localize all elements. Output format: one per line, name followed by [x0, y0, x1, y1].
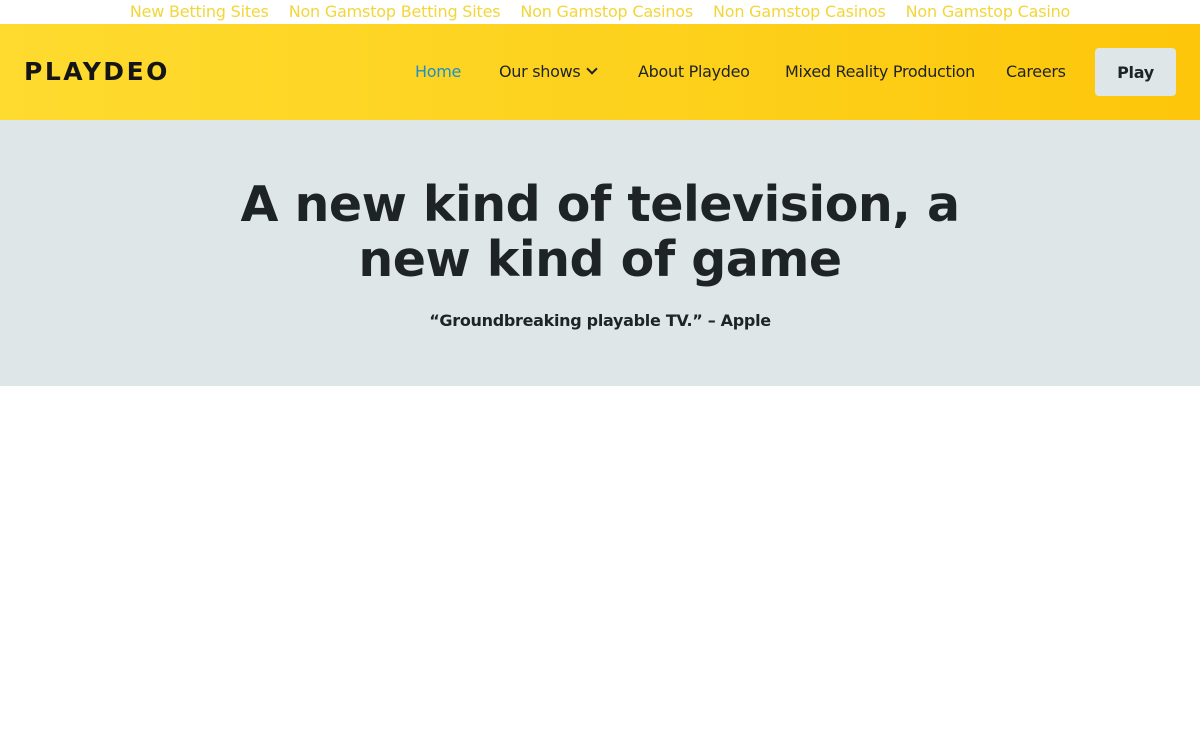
play-button[interactable]: Play — [1095, 48, 1176, 96]
chevron-down-icon — [586, 63, 599, 75]
hero-title: A new kind of television, a new kind of … — [240, 176, 960, 288]
top-link-non-gamstop-casinos-2[interactable]: Non Gamstop Casinos — [713, 0, 886, 24]
hero-section: A new kind of television, a new kind of … — [0, 120, 1200, 386]
nav-home[interactable]: Home — [415, 62, 461, 82]
top-link-non-gamstop-casinos[interactable]: Non Gamstop Casinos — [520, 0, 693, 24]
top-link-new-betting-sites[interactable]: New Betting Sites — [130, 0, 269, 24]
top-link-non-gamstop-betting-sites[interactable]: Non Gamstop Betting Sites — [289, 0, 501, 24]
hero-quote: “Groundbreaking playable TV.” – Apple — [429, 311, 771, 330]
nav-our-shows[interactable]: Our shows — [499, 62, 599, 82]
top-links-bar: New Betting Sites Non Gamstop Betting Si… — [0, 0, 1200, 24]
nav-careers[interactable]: Careers — [1006, 62, 1066, 82]
page-content — [0, 386, 1200, 750]
top-link-non-gamstop-casino[interactable]: Non Gamstop Casino — [906, 0, 1071, 24]
nav-about-playdeo[interactable]: About Playdeo — [638, 62, 750, 82]
playdeo-logo[interactable]: PLAYDEO — [24, 59, 170, 85]
nav-mixed-reality-production[interactable]: Mixed Reality Production — [785, 62, 975, 82]
nav-our-shows-label: Our shows — [499, 62, 581, 81]
site-header: PLAYDEO Home Our shows About Playdeo Mix… — [0, 24, 1200, 120]
